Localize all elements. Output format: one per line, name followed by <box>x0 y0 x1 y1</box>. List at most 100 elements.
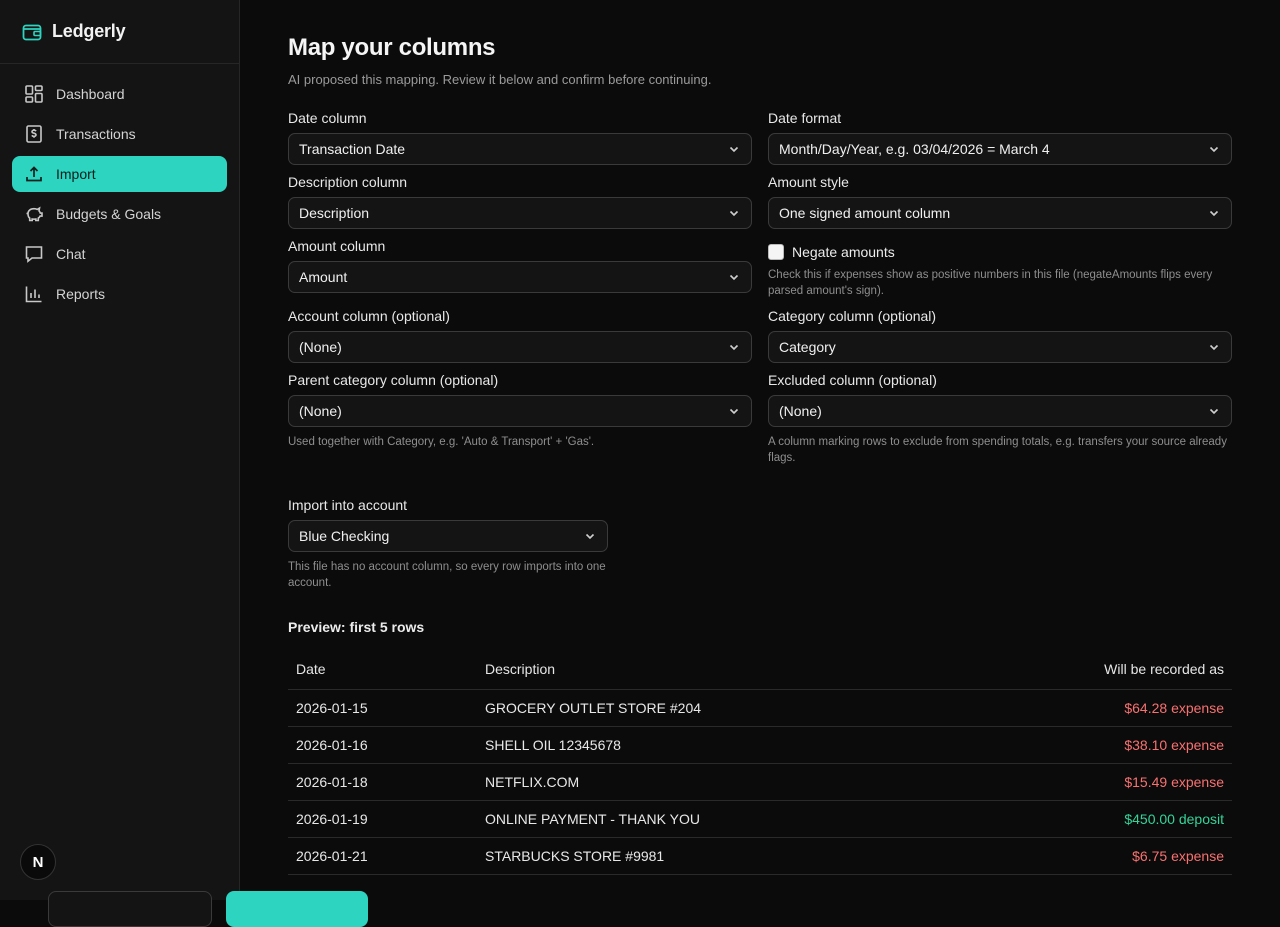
table-row: 2026-01-18 NETFLIX.COM $15.49 expense <box>288 763 1232 801</box>
amount-column-field: Amount column Amount <box>288 237 752 299</box>
cell-date: 2026-01-18 <box>288 763 477 801</box>
account-column-select[interactable]: (None) <box>288 331 752 363</box>
cell-recorded: $15.49 expense <box>953 763 1232 801</box>
page-subtitle: AI proposed this mapping. Review it belo… <box>288 72 712 87</box>
table-row: 2026-01-21 STARBUCKS STORE #9981 $6.75 e… <box>288 837 1232 875</box>
field-label: Date column <box>288 110 367 126</box>
sidebar-item-import[interactable]: Import <box>12 156 227 192</box>
header-description: Description <box>477 649 954 690</box>
cell-recorded: $38.10 expense <box>953 726 1232 764</box>
brand[interactable]: Ledgerly <box>0 0 239 64</box>
select-value: Amount <box>299 269 348 285</box>
cell-description: GROCERY OUTLET STORE #204 <box>477 689 954 727</box>
field-label: Amount style <box>768 174 849 190</box>
cell-description: STARBUCKS STORE #9981 <box>477 837 954 875</box>
field-label: Parent category column (optional) <box>288 372 499 388</box>
select-value: Category <box>779 339 836 355</box>
sidebar-item-dashboard[interactable]: Dashboard <box>12 76 227 112</box>
field-label: Amount column <box>288 238 386 254</box>
field-label: Import into account <box>288 497 408 513</box>
sidebar: Ledgerly Dashboard Transactions Import B… <box>0 0 240 900</box>
excluded-column-field: Excluded column (optional) (None) A colu… <box>768 371 1232 466</box>
date-format-select[interactable]: Month/Day/Year, e.g. 03/04/2026 = March … <box>768 133 1232 165</box>
sidebar-item-label: Dashboard <box>56 86 125 102</box>
chevron-down-icon <box>727 340 741 354</box>
receipt-dollar-icon <box>24 124 44 144</box>
cell-recorded: $450.00 deposit <box>953 800 1232 838</box>
chevron-down-icon <box>583 529 597 543</box>
import-account-select[interactable]: Blue Checking <box>288 520 608 552</box>
cell-description: NETFLIX.COM <box>477 763 954 801</box>
column-mapping-form: Date column Transaction Date Date format… <box>288 109 1232 474</box>
chevron-down-icon <box>727 270 741 284</box>
negate-amounts-checkbox[interactable] <box>768 244 784 260</box>
sidebar-nav: Dashboard Transactions Import Budgets & … <box>0 64 239 324</box>
parent-category-column-field: Parent category column (optional) (None)… <box>288 371 752 466</box>
date-column-field: Date column Transaction Date <box>288 109 752 165</box>
category-column-field: Category column (optional) Category <box>768 307 1232 363</box>
account-column-field: Account column (optional) (None) <box>288 307 752 363</box>
select-value: (None) <box>779 403 822 419</box>
amount-column-select[interactable]: Amount <box>288 261 752 293</box>
sidebar-item-label: Chat <box>56 246 86 262</box>
piggy-bank-icon <box>24 204 44 224</box>
user-avatar[interactable]: N <box>20 844 56 880</box>
chevron-down-icon <box>727 142 741 156</box>
chevron-down-icon <box>727 206 741 220</box>
import-account-field: Import into account Blue Checking This f… <box>288 496 608 591</box>
excluded-column-select[interactable]: (None) <box>768 395 1232 427</box>
cell-recorded: $64.28 expense <box>953 689 1232 727</box>
cell-date: 2026-01-19 <box>288 800 477 838</box>
header-date: Date <box>288 649 477 690</box>
cell-date: 2026-01-21 <box>288 837 477 875</box>
excluded-column-help: A column marking rows to exclude from sp… <box>768 436 1227 464</box>
header-recorded: Will be recorded as <box>953 649 1232 690</box>
chevron-down-icon <box>1207 404 1221 418</box>
sidebar-item-reports[interactable]: Reports <box>12 276 227 312</box>
checkbox-label: Negate amounts <box>792 244 895 260</box>
brand-name: Ledgerly <box>52 21 126 41</box>
parent-category-help: Used together with Category, e.g. 'Auto … <box>288 436 595 448</box>
chevron-down-icon <box>1207 206 1221 220</box>
confirm-button[interactable] <box>226 891 368 927</box>
select-value: (None) <box>299 403 342 419</box>
field-label: Description column <box>288 174 408 190</box>
select-value: One signed amount column <box>779 205 951 221</box>
chevron-down-icon <box>727 404 741 418</box>
cell-description: ONLINE PAYMENT - THANK YOU <box>477 800 954 838</box>
parent-category-column-select[interactable]: (None) <box>288 395 752 427</box>
select-value: Month/Day/Year, e.g. 03/04/2026 = March … <box>779 141 1050 157</box>
sidebar-item-budgets-goals[interactable]: Budgets & Goals <box>12 196 227 232</box>
select-value: Transaction Date <box>299 141 406 157</box>
category-column-select[interactable]: Category <box>768 331 1232 363</box>
dashboard-icon <box>24 84 44 104</box>
negate-amounts-help: Check this if expenses show as positive … <box>768 269 1213 297</box>
preview-table: Date Description Will be recorded as 202… <box>288 649 1232 875</box>
back-button[interactable] <box>48 891 212 927</box>
preview-header-row: Date Description Will be recorded as <box>288 649 1232 690</box>
negate-amounts-row[interactable]: Negate amounts <box>768 243 1232 261</box>
preview-title: Preview: first 5 rows <box>288 619 425 635</box>
field-label: Account column (optional) <box>288 308 450 324</box>
table-row: 2026-01-16 SHELL OIL 12345678 $38.10 exp… <box>288 726 1232 764</box>
amount-style-select[interactable]: One signed amount column <box>768 197 1232 229</box>
sidebar-item-chat[interactable]: Chat <box>12 236 227 272</box>
date-format-field: Date format Month/Day/Year, e.g. 03/04/2… <box>768 109 1232 165</box>
cell-recorded: $6.75 expense <box>953 837 1232 875</box>
chat-bubble-icon <box>24 244 44 264</box>
sidebar-item-label: Import <box>56 166 96 182</box>
select-value: Blue Checking <box>299 528 390 544</box>
cell-date: 2026-01-16 <box>288 726 477 764</box>
chevron-down-icon <box>1207 142 1221 156</box>
upload-icon <box>24 164 44 184</box>
footer-actions <box>48 891 368 927</box>
cell-date: 2026-01-15 <box>288 689 477 727</box>
sidebar-item-transactions[interactable]: Transactions <box>12 116 227 152</box>
date-column-select[interactable]: Transaction Date <box>288 133 752 165</box>
main-content: Map your columns AI proposed this mappin… <box>240 0 1280 900</box>
amount-style-field: Amount style One signed amount column <box>768 173 1232 229</box>
bar-chart-icon <box>24 284 44 304</box>
field-label: Date format <box>768 110 842 126</box>
field-label: Excluded column (optional) <box>768 372 937 388</box>
description-column-select[interactable]: Description <box>288 197 752 229</box>
